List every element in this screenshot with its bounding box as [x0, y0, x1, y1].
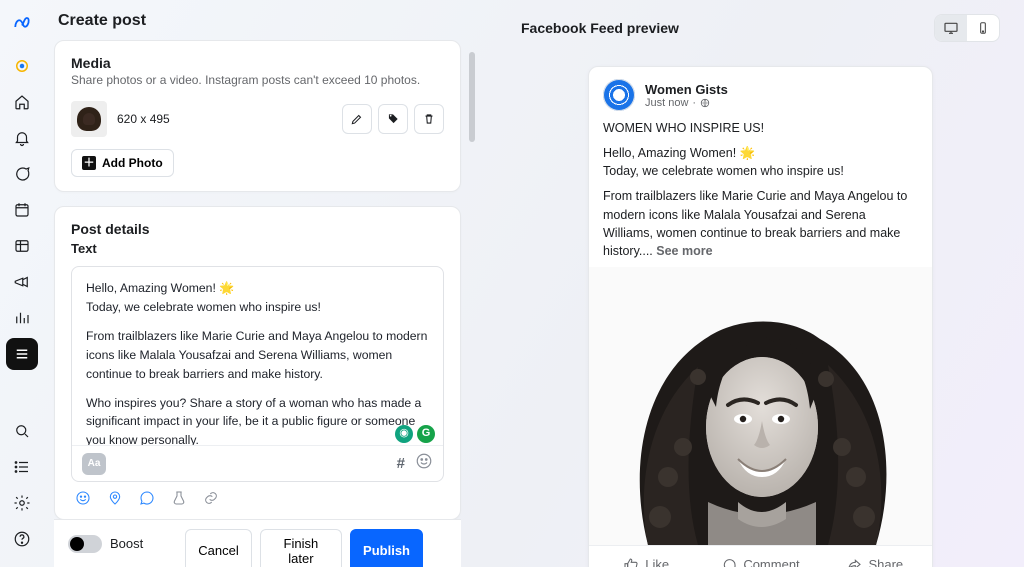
footer-bar: Boost Cancel Finish later Publish	[54, 519, 461, 567]
rail-planner-icon[interactable]	[6, 50, 38, 82]
page-title: Create post	[58, 12, 461, 30]
messenger-icon[interactable]	[139, 490, 155, 511]
comment-button[interactable]: Comment	[703, 546, 817, 567]
share-button[interactable]: Share	[818, 546, 932, 567]
preview-photo	[589, 267, 932, 545]
page-avatar	[603, 79, 635, 111]
post-time: Just now	[645, 97, 688, 109]
preview-body: WOMEN WHO INSPIRE US! Hello, Amazing Wom…	[603, 119, 918, 260]
text-style-button[interactable]: Aa	[82, 453, 106, 475]
rail-insights-icon[interactable]	[6, 302, 38, 334]
publish-button[interactable]: Publish	[350, 529, 423, 567]
post-text-input[interactable]: Hello, Amazing Women! 🌟Today, we celebra…	[72, 267, 443, 445]
ab-test-icon[interactable]	[171, 490, 187, 511]
delete-media-button[interactable]	[414, 104, 444, 134]
page-name: Women Gists	[645, 82, 728, 97]
details-heading: Post details	[71, 221, 444, 237]
rail-search-icon[interactable]	[6, 415, 38, 447]
desktop-preview-button[interactable]	[935, 15, 967, 41]
feeling-icon[interactable]	[75, 490, 91, 511]
see-more-link[interactable]: See more	[656, 244, 712, 258]
left-rail	[0, 0, 44, 567]
link-icon[interactable]	[203, 490, 219, 511]
edit-media-button[interactable]	[342, 104, 372, 134]
hashtag-button[interactable]: #	[397, 455, 405, 472]
finish-later-button[interactable]: Finish later	[260, 529, 342, 567]
fb-preview-card: Women Gists Just now · WOMEN WHO INSPIRE…	[588, 66, 933, 567]
location-icon[interactable]	[107, 490, 123, 511]
cancel-button[interactable]: Cancel	[185, 529, 251, 567]
add-photo-label: Add Photo	[102, 156, 163, 170]
rail-table-icon[interactable]	[6, 230, 38, 262]
media-sub: Share photos or a video. Instagram posts…	[71, 73, 444, 87]
extension-icon[interactable]: ◉	[395, 425, 413, 443]
preview-pane: Facebook Feed preview Women Gists Just n…	[479, 0, 1024, 567]
globe-icon	[700, 98, 710, 108]
emoji-button[interactable]	[415, 452, 433, 475]
post-details-card: Post details Text Hello, Amazing Women! …	[54, 206, 461, 520]
media-heading: Media	[71, 55, 444, 71]
preview-heading: Facebook Feed preview	[521, 20, 679, 36]
boost-toggle[interactable]	[68, 535, 102, 553]
plus-icon: ＋	[82, 156, 96, 170]
rail-help-icon[interactable]	[6, 523, 38, 555]
text-label: Text	[71, 241, 444, 256]
like-button[interactable]: Like	[589, 546, 703, 567]
media-thumb[interactable]	[71, 101, 107, 137]
create-post-panel: Create post Media Share photos or a vide…	[44, 0, 479, 567]
meta-logo	[8, 10, 36, 38]
rail-list-icon[interactable]	[6, 451, 38, 483]
rail-settings-icon[interactable]	[6, 487, 38, 519]
rail-chat-icon[interactable]	[6, 158, 38, 190]
mobile-preview-button[interactable]	[967, 15, 999, 41]
rail-bell-icon[interactable]	[6, 122, 38, 154]
rail-home-icon[interactable]	[6, 86, 38, 118]
rail-megaphone-icon[interactable]	[6, 266, 38, 298]
tag-media-button[interactable]	[378, 104, 408, 134]
media-card: Media Share photos or a video. Instagram…	[54, 40, 461, 192]
boost-label: Boost	[110, 536, 143, 551]
add-photo-button[interactable]: ＋ Add Photo	[71, 149, 174, 177]
rail-menu-icon[interactable]	[6, 338, 38, 370]
rail-calendar-icon[interactable]	[6, 194, 38, 226]
grammarly-icon[interactable]: G	[417, 425, 435, 443]
media-dims: 620 x 495	[117, 112, 170, 126]
panel-scrollbar[interactable]	[469, 52, 477, 310]
device-toggle	[934, 14, 1000, 42]
